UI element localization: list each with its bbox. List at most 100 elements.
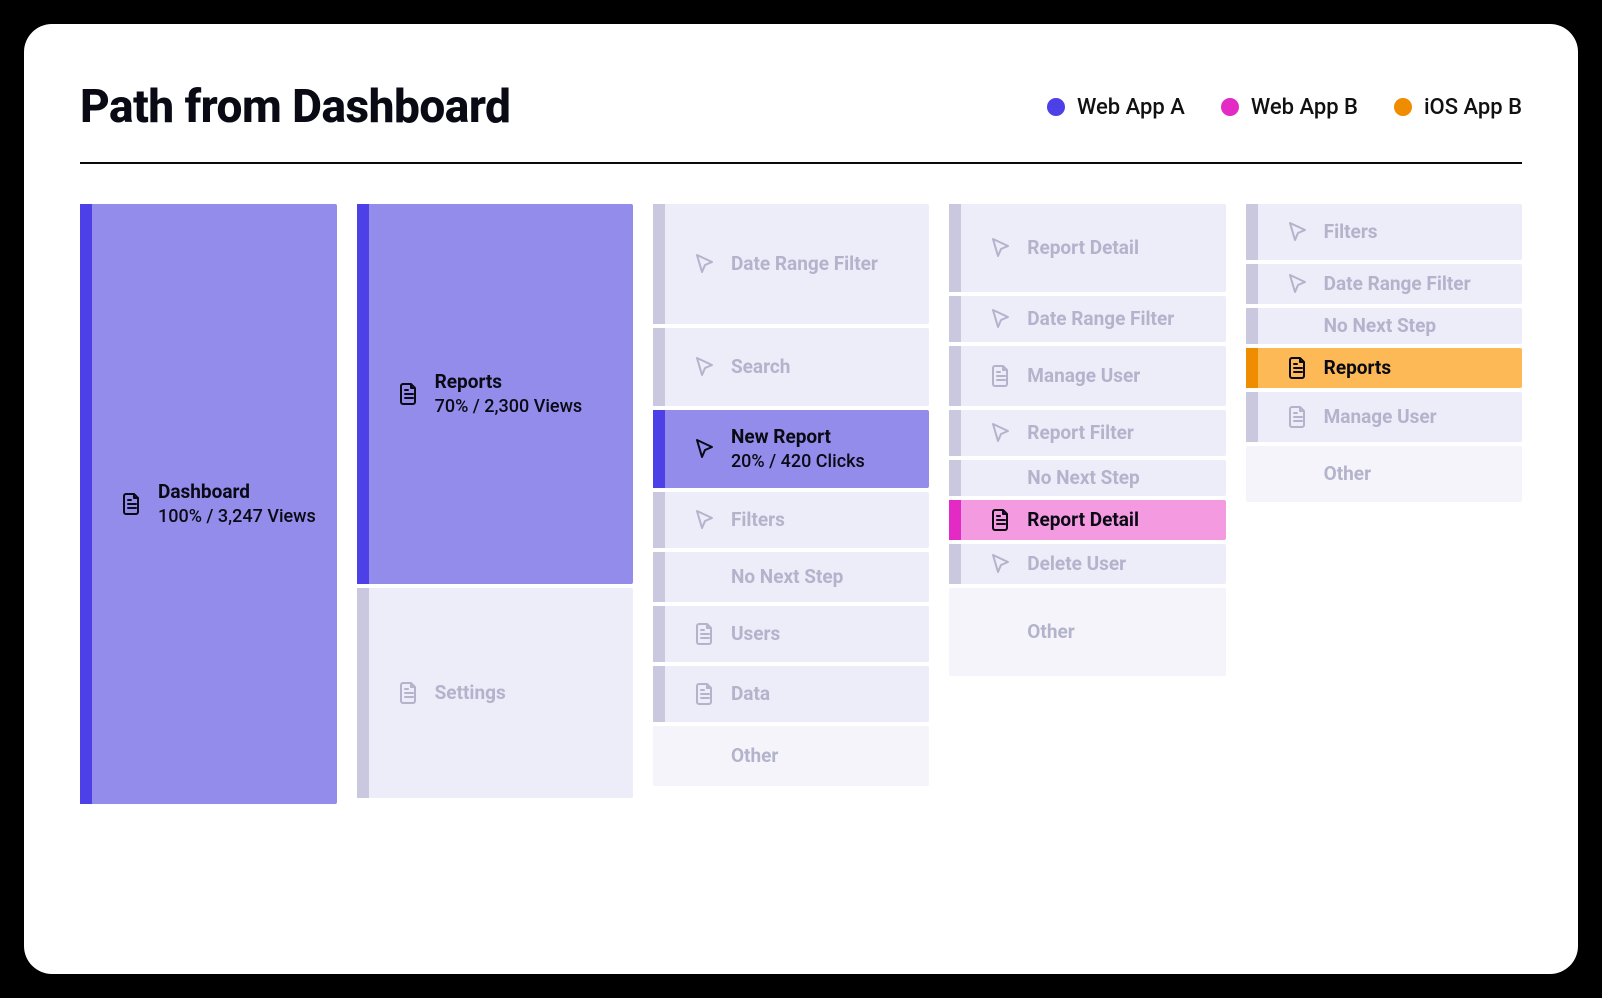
path-node-bar xyxy=(357,204,369,584)
path-node-sublabel: 100% / 3,247 Views xyxy=(158,505,316,528)
path-node-text: Dashboard100% / 3,247 Views xyxy=(158,480,316,528)
path-node-bar xyxy=(653,328,665,406)
path-node-text: Filters xyxy=(731,508,785,533)
path-node[interactable]: Other xyxy=(653,726,929,786)
path-node-bar xyxy=(357,588,369,798)
path-node-text: Report Detail xyxy=(1027,236,1139,261)
path-node[interactable]: Reports70% / 2,300 Views xyxy=(357,204,633,584)
path-node-bar xyxy=(949,410,961,456)
path-node-bar xyxy=(949,460,961,496)
path-node[interactable]: Report Filter xyxy=(949,410,1225,456)
path-node[interactable]: Date Range Filter xyxy=(1246,264,1522,304)
cursor-icon xyxy=(989,421,1013,445)
legend-item[interactable]: iOS App B xyxy=(1394,95,1522,120)
path-node-text: Data xyxy=(731,682,770,707)
path-node[interactable]: Filters xyxy=(653,492,929,548)
path-node-bar xyxy=(653,552,665,602)
path-node-label: Delete User xyxy=(1027,552,1126,577)
path-column: Filters Date Range Filter No Next Step Repo… xyxy=(1246,204,1522,502)
header: Path from Dashboard Web App AWeb App BiO… xyxy=(80,80,1522,164)
path-node-bar xyxy=(653,492,665,548)
legend: Web App A Web App B iOS App B xyxy=(1047,95,1522,120)
path-node-text: Other xyxy=(1027,620,1074,645)
path-node[interactable]: No Next Step xyxy=(949,460,1225,496)
path-node-label: Date Range Filter xyxy=(731,252,878,277)
path-node[interactable]: Data xyxy=(653,666,929,722)
path-node-label: Date Range Filter xyxy=(1027,307,1174,332)
path-node-label: Filters xyxy=(1324,220,1378,245)
path-node-bar xyxy=(1246,308,1258,344)
path-node-text: Reports xyxy=(1324,356,1391,381)
path-node-text: No Next Step xyxy=(731,565,843,590)
path-node-text: Filters xyxy=(1324,220,1378,245)
path-node-text: Manage User xyxy=(1027,364,1140,389)
path-node-text: Date Range Filter xyxy=(1324,272,1471,297)
path-node[interactable]: No Next Step xyxy=(1246,308,1522,344)
path-node-label: Other xyxy=(731,744,778,769)
path-column: Report Detail Date Range Filter Manage Use… xyxy=(949,204,1225,676)
document-icon xyxy=(1286,356,1310,380)
path-node[interactable]: Filters xyxy=(1246,204,1522,260)
path-node[interactable]: Reports xyxy=(1246,348,1522,388)
path-node[interactable]: Other xyxy=(949,588,1225,676)
path-node-text: Date Range Filter xyxy=(731,252,878,277)
cursor-icon xyxy=(693,355,717,379)
path-node-label: Other xyxy=(1324,462,1371,487)
document-icon xyxy=(120,492,144,516)
path-node-label: Data xyxy=(731,682,770,707)
path-node-bar xyxy=(1246,204,1258,260)
path-node-bar xyxy=(653,410,665,488)
path-node-label: Users xyxy=(731,622,780,647)
path-node[interactable]: Manage User xyxy=(1246,392,1522,442)
path-node-bar xyxy=(653,666,665,722)
path-node-label: Reports xyxy=(1324,356,1391,381)
path-node-label: Dashboard xyxy=(158,480,316,505)
path-node[interactable]: Search xyxy=(653,328,929,406)
legend-color-dot xyxy=(1221,98,1239,116)
path-analysis-card: Path from Dashboard Web App AWeb App BiO… xyxy=(24,24,1578,974)
legend-label: iOS App B xyxy=(1424,95,1522,120)
cursor-icon xyxy=(1286,272,1310,296)
path-node-text: Manage User xyxy=(1324,405,1437,430)
document-icon xyxy=(1286,405,1310,429)
cursor-icon xyxy=(693,252,717,276)
path-node-bar xyxy=(949,296,961,342)
path-node-bar xyxy=(1246,392,1258,442)
legend-item[interactable]: Web App A xyxy=(1047,95,1185,120)
path-node[interactable]: Other xyxy=(1246,446,1522,502)
path-node[interactable]: Users xyxy=(653,606,929,662)
path-node[interactable]: Delete User xyxy=(949,544,1225,584)
path-node-label: No Next Step xyxy=(731,565,843,590)
path-node[interactable]: Manage User xyxy=(949,346,1225,406)
path-node[interactable]: Report Detail xyxy=(949,204,1225,292)
path-node-label: Settings xyxy=(435,681,506,706)
path-node-label: Reports xyxy=(435,370,583,395)
path-node-text: Report Detail xyxy=(1027,508,1139,533)
path-node-label: Search xyxy=(731,355,790,380)
path-node[interactable]: Settings xyxy=(357,588,633,798)
legend-color-dot xyxy=(1394,98,1412,116)
document-icon xyxy=(693,682,717,706)
document-icon xyxy=(989,508,1013,532)
path-node[interactable]: Report Detail xyxy=(949,500,1225,540)
document-icon xyxy=(693,622,717,646)
path-node-text: Other xyxy=(1324,462,1371,487)
path-node[interactable]: No Next Step xyxy=(653,552,929,602)
path-node-text: No Next Step xyxy=(1324,314,1436,339)
legend-label: Web App A xyxy=(1077,95,1185,120)
path-node[interactable]: Date Range Filter xyxy=(653,204,929,324)
path-column: Dashboard100% / 3,247 Views xyxy=(80,204,337,804)
path-node-text: Date Range Filter xyxy=(1027,307,1174,332)
path-node-label: Manage User xyxy=(1324,405,1437,430)
path-node-label: Manage User xyxy=(1027,364,1140,389)
path-node-label: No Next Step xyxy=(1027,466,1139,491)
document-icon xyxy=(397,382,421,406)
path-node-text: Settings xyxy=(435,681,506,706)
path-column: Reports70% / 2,300 Views Settings xyxy=(357,204,633,798)
path-node[interactable]: New Report20% / 420 Clicks xyxy=(653,410,929,488)
path-node-sublabel: 20% / 420 Clicks xyxy=(731,450,865,473)
path-node[interactable]: Dashboard100% / 3,247 Views xyxy=(80,204,337,804)
path-node[interactable]: Date Range Filter xyxy=(949,296,1225,342)
legend-item[interactable]: Web App B xyxy=(1221,95,1358,120)
cursor-icon xyxy=(693,437,717,461)
